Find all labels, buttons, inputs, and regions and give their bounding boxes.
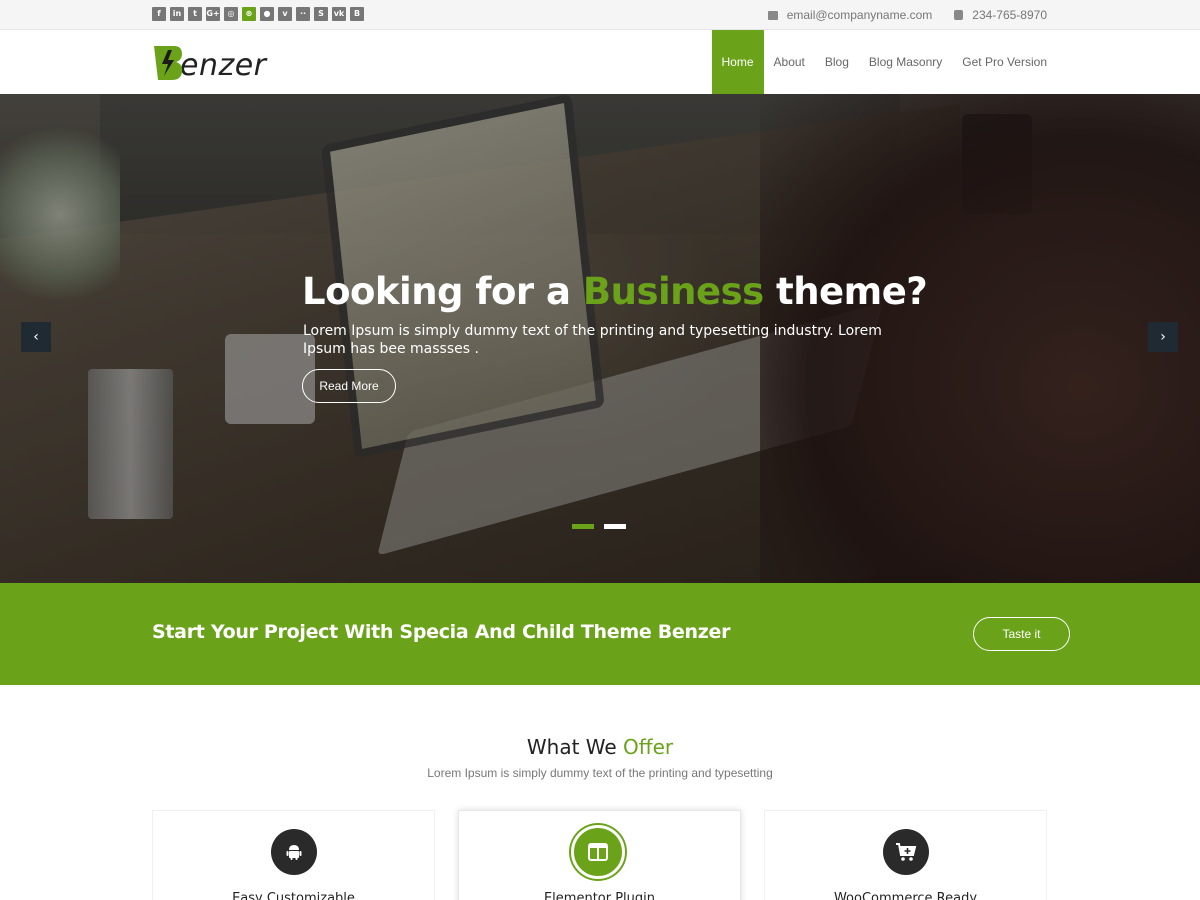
nav-about[interactable]: About xyxy=(764,30,815,94)
slider-dot-1[interactable] xyxy=(572,524,594,529)
nav-blog-masonry[interactable]: Blog Masonry xyxy=(859,30,952,94)
read-more-button[interactable]: Read More xyxy=(302,369,396,403)
chevron-right-icon: › xyxy=(1160,329,1166,345)
hero-title-highlight: Business xyxy=(582,270,764,313)
twitter-icon[interactable]: t xyxy=(188,7,202,21)
feature-card-label: WooCommerce Ready xyxy=(833,891,978,900)
instagram-icon[interactable]: ◎ xyxy=(224,7,238,21)
social-links: f in t G+ ◎ ⊛ ● v ·· S vk B xyxy=(152,7,364,21)
slider-prev-button[interactable]: ‹ xyxy=(21,322,51,352)
slider-next-button[interactable]: › xyxy=(1148,322,1178,352)
cta-text: Start Your Project With Specia And Child… xyxy=(152,621,731,643)
feature-card[interactable]: Easy Customizable xyxy=(152,810,435,900)
feature-card-label: Elementor Plugin xyxy=(543,891,656,900)
section-title: What We Offer xyxy=(526,735,674,759)
section-subtitle: Lorem Ipsum is simply dummy text of the … xyxy=(427,766,773,780)
vimeo-icon[interactable]: v xyxy=(278,7,292,21)
main-nav: Home About Blog Blog Masonry Get Pro Ver… xyxy=(711,30,1058,94)
contact-info: email@companyname.com 234-765-8970 xyxy=(767,8,1047,22)
phone-icon xyxy=(954,10,964,20)
section-title-highlight: Offer xyxy=(623,735,674,759)
envelope-icon xyxy=(767,10,778,20)
feature-card[interactable]: WooCommerce Ready xyxy=(764,810,1047,900)
behance-icon[interactable]: B xyxy=(350,7,364,21)
linkedin-icon[interactable]: in xyxy=(170,7,184,21)
nav-home[interactable]: Home xyxy=(711,30,764,94)
nav-get-pro-version[interactable]: Get Pro Version xyxy=(952,30,1057,94)
logo-text: enzer xyxy=(180,47,267,83)
hero-slider: Looking for a Business theme? Lorem Ipsu… xyxy=(0,94,1200,583)
logo-bolt-icon xyxy=(152,42,184,82)
slider-pagination xyxy=(572,524,626,529)
cta-band: Start Your Project With Specia And Child… xyxy=(0,583,1200,685)
top-bar: f in t G+ ◎ ⊛ ● v ·· S vk B email@compan… xyxy=(0,0,1200,30)
site-header: enzer Home About Blog Blog Masonry Get P… xyxy=(0,30,1200,94)
google-plus-icon[interactable]: G+ xyxy=(206,7,220,21)
taste-it-button[interactable]: Taste it xyxy=(973,617,1070,651)
contact-email[interactable]: email@companyname.com xyxy=(787,8,933,22)
dribbble-icon[interactable]: ⊛ xyxy=(242,7,256,21)
skype-icon[interactable]: S xyxy=(314,7,328,21)
hero-title: Looking for a Business theme? xyxy=(302,270,928,313)
cart-icon xyxy=(883,829,929,875)
flickr-icon[interactable]: ·· xyxy=(296,7,310,21)
facebook-icon[interactable]: f xyxy=(152,7,166,21)
chevron-left-icon: ‹ xyxy=(33,329,39,345)
contact-phone[interactable]: 234-765-8970 xyxy=(972,8,1047,22)
feature-card-label: Easy Customizable xyxy=(232,891,355,900)
feature-card[interactable]: Elementor Plugin xyxy=(458,810,741,900)
nav-blog[interactable]: Blog xyxy=(815,30,859,94)
android-icon xyxy=(271,829,317,875)
slider-dot-2[interactable] xyxy=(604,524,626,529)
layout-icon xyxy=(571,825,625,879)
vk-icon[interactable]: vk xyxy=(332,7,346,21)
github-icon[interactable]: ● xyxy=(260,7,274,21)
hero-text: Lorem Ipsum is simply dummy text of the … xyxy=(303,323,882,357)
site-logo[interactable]: enzer xyxy=(152,40,267,84)
